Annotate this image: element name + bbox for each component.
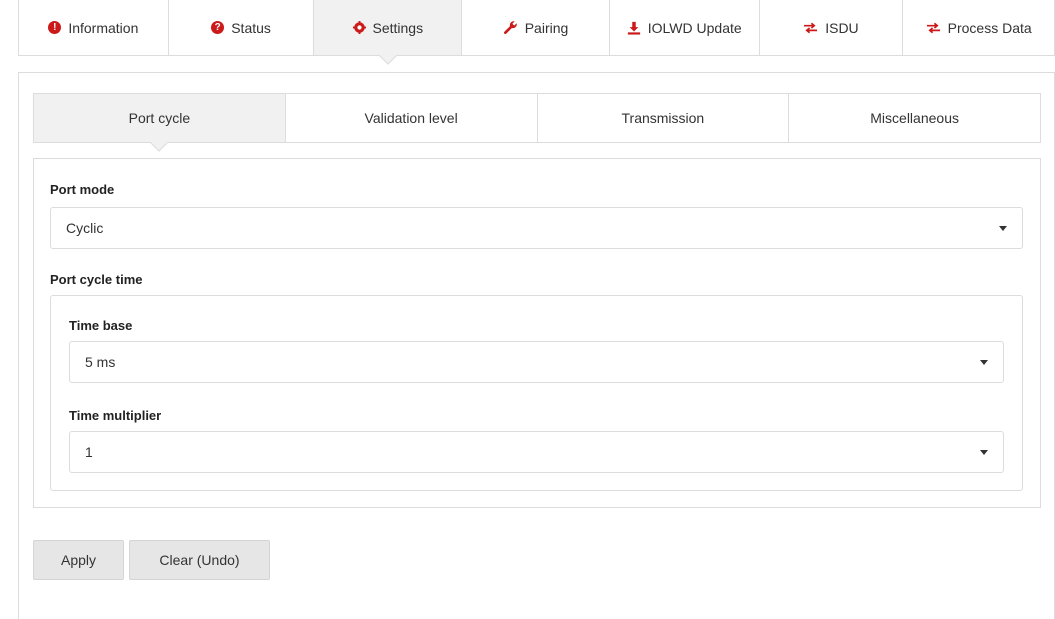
time-base-value: 5 ms: [85, 354, 116, 370]
sub-tab-bar: Port cycle Validation level Transmission…: [33, 93, 1041, 143]
tab-information[interactable]: ! Information: [19, 0, 169, 55]
caret-down-icon: [980, 360, 988, 365]
tab-settings-label: Settings: [372, 19, 424, 36]
exchange-icon: [926, 22, 941, 34]
tab-information-label: Information: [68, 19, 139, 36]
subtab-transmission-label: Transmission: [621, 110, 705, 126]
port-cycle-time-group: Time base 5 ms Time multiplier 1: [50, 295, 1023, 491]
subtab-port-cycle[interactable]: Port cycle: [34, 94, 286, 142]
port-cycle-form: Port mode Cyclic Port cycle time Time ba…: [33, 158, 1041, 508]
tab-process-data-label: Process Data: [947, 19, 1032, 36]
subtab-validation-level[interactable]: Validation level: [286, 94, 538, 142]
tab-iolwd-update-label: IOLWD Update: [647, 19, 742, 36]
tab-status[interactable]: ? Status: [169, 0, 315, 55]
time-multiplier-select[interactable]: 1: [69, 431, 1004, 473]
gear-icon: [352, 21, 366, 34]
time-base-select[interactable]: 5 ms: [69, 341, 1004, 383]
tab-pairing[interactable]: Pairing: [462, 0, 610, 55]
subtab-validation-level-label: Validation level: [364, 110, 458, 126]
wrench-icon: [503, 20, 518, 35]
subtab-miscellaneous-label: Miscellaneous: [870, 110, 959, 126]
port-mode-label: Port mode: [50, 182, 115, 197]
subtab-miscellaneous[interactable]: Miscellaneous: [789, 94, 1040, 142]
exchange-icon: [803, 22, 818, 34]
time-multiplier-label: Time multiplier: [69, 408, 162, 423]
tab-settings[interactable]: Settings: [314, 0, 463, 55]
info-icon: !: [48, 21, 62, 34]
subtab-port-cycle-label: Port cycle: [128, 110, 191, 126]
subtab-transmission[interactable]: Transmission: [538, 94, 790, 142]
tab-pairing-label: Pairing: [524, 19, 569, 36]
tab-isdu-label: ISDU: [825, 19, 859, 36]
port-cycle-time-label: Port cycle time: [50, 272, 143, 287]
tab-iolwd-update[interactable]: IOLWD Update: [610, 0, 760, 55]
caret-down-icon: [999, 226, 1007, 231]
download-icon: [627, 21, 641, 35]
tab-status-label: Status: [231, 19, 271, 36]
caret-down-icon: [980, 450, 988, 455]
tab-isdu[interactable]: ISDU: [760, 0, 904, 55]
tab-process-data[interactable]: Process Data: [903, 0, 1054, 55]
clear-undo-button[interactable]: Clear (Undo): [129, 540, 270, 580]
help-icon: ?: [211, 21, 225, 34]
time-multiplier-value: 1: [85, 444, 93, 460]
time-base-label: Time base: [69, 318, 133, 333]
apply-button[interactable]: Apply: [33, 540, 124, 580]
settings-panel: Port cycle Validation level Transmission…: [18, 72, 1055, 619]
top-tab-bar: ! Information ? Status Settings Pairing …: [18, 0, 1055, 56]
port-mode-value: Cyclic: [66, 220, 104, 236]
port-mode-select[interactable]: Cyclic: [50, 207, 1023, 249]
